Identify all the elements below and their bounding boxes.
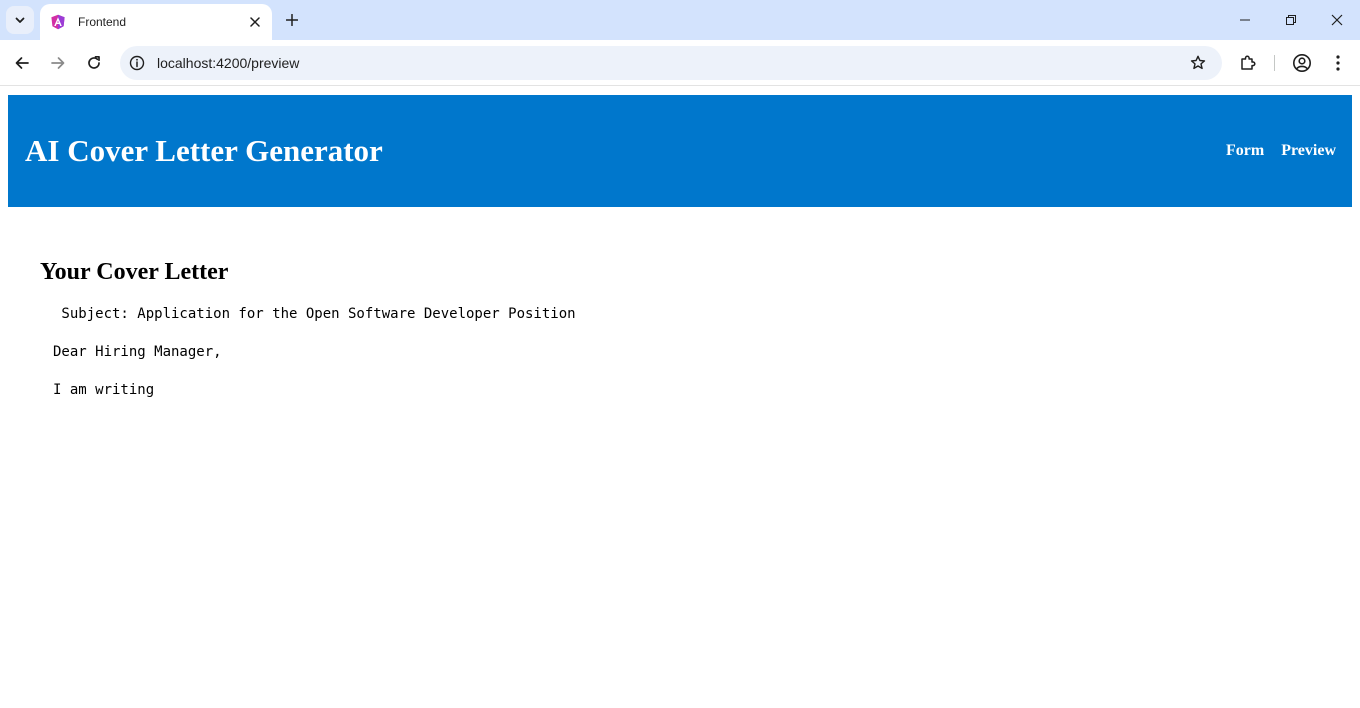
close-window-button[interactable]	[1314, 0, 1360, 40]
letter-subject-line: Subject: Application for the Open Softwa…	[53, 306, 576, 322]
plus-icon	[286, 14, 298, 26]
minimize-icon	[1240, 19, 1250, 21]
browser-tab[interactable]: Frontend	[40, 4, 272, 40]
letter-body-line: I am writing	[53, 382, 155, 398]
browser-menu-button[interactable]	[1324, 49, 1352, 77]
tab-strip: Frontend	[0, 0, 1360, 40]
app-header: AI Cover Letter Generator Form Preview	[8, 95, 1352, 207]
arrow-right-icon	[51, 57, 65, 69]
preview-heading: Your Cover Letter	[40, 259, 229, 285]
toolbar-divider	[1274, 55, 1275, 71]
restore-icon	[1286, 15, 1296, 25]
arrow-left-icon	[15, 57, 29, 69]
tab-title: Frontend	[78, 15, 127, 29]
restore-button[interactable]	[1268, 0, 1314, 40]
app-title: AI Cover Letter Generator	[25, 133, 383, 168]
app-nav: Form Preview	[1226, 142, 1336, 160]
reload-button[interactable]	[80, 49, 108, 77]
chevron-down-icon	[15, 17, 25, 23]
url-text[interactable]: localhost:4200/preview	[157, 55, 1184, 71]
new-tab-button[interactable]	[280, 8, 304, 32]
minimize-button[interactable]	[1222, 0, 1268, 40]
account-icon	[1293, 54, 1311, 72]
forward-button[interactable]	[44, 49, 72, 77]
cover-letter-preview: Your Cover Letter Subject: Application f…	[40, 258, 1320, 420]
close-icon	[1331, 14, 1343, 26]
profile-button[interactable]	[1288, 49, 1316, 77]
reload-icon	[88, 55, 100, 69]
nav-link-preview[interactable]: Preview	[1281, 142, 1336, 160]
site-info-icon[interactable]	[125, 51, 149, 75]
nav-link-form[interactable]: Form	[1226, 142, 1264, 160]
extensions-button[interactable]	[1234, 49, 1262, 77]
angular-icon	[50, 14, 66, 30]
close-tab-icon[interactable]	[246, 13, 264, 31]
back-button[interactable]	[8, 49, 36, 77]
cover-letter-text: Subject: Application for the Open Softwa…	[53, 306, 1320, 420]
more-vertical-icon	[1336, 55, 1340, 71]
letter-salutation-line: Dear Hiring Manager,	[53, 344, 222, 360]
bookmark-star-icon[interactable]	[1184, 49, 1212, 77]
browser-toolbar: localhost:4200/preview	[0, 40, 1360, 86]
address-bar[interactable]: localhost:4200/preview	[120, 46, 1222, 80]
tab-search-button[interactable]	[6, 6, 34, 34]
puzzle-icon	[1241, 55, 1256, 70]
